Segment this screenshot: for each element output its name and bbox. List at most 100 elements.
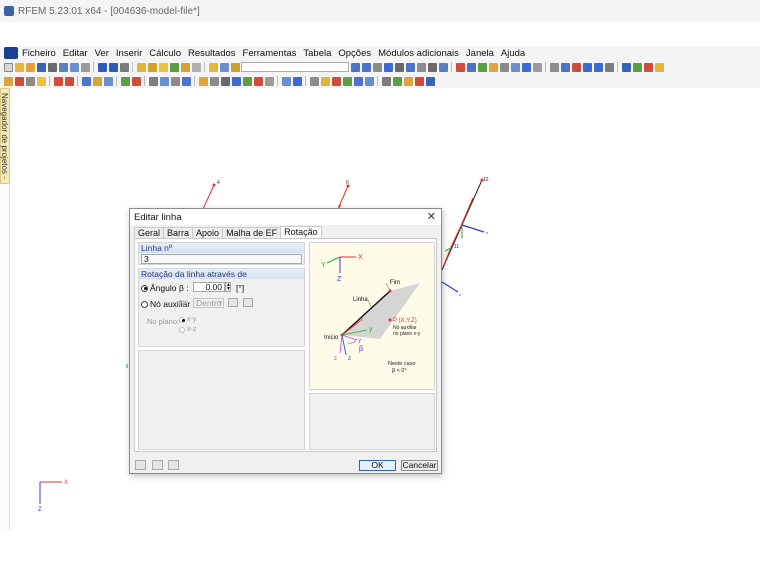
opening-icon[interactable] [510,62,520,72]
member-line[interactable] [202,184,215,210]
report-icon[interactable] [621,62,631,72]
info-icon[interactable] [593,62,603,72]
angle-radio[interactable]: Ângulo [141,283,176,293]
deform-icon[interactable] [383,62,393,72]
select-icon[interactable] [582,62,592,72]
rotate-icon[interactable] [560,62,570,72]
snap-icon[interactable] [342,76,352,86]
workplane-icon[interactable] [364,76,374,86]
connect-icon[interactable] [231,76,241,86]
menu-janela[interactable]: Janela [466,48,494,59]
edit-node-icon[interactable] [243,298,253,307]
menu-tabela[interactable]: Tabela [303,48,331,59]
arrow-right-icon[interactable] [361,62,371,72]
dimension-icon[interactable] [309,76,319,86]
menu-editar[interactable]: Editar [63,48,88,59]
table-view-icon[interactable] [403,76,413,86]
section-view-icon[interactable] [181,76,191,86]
print-graphic-icon[interactable] [58,62,68,72]
tab-barra[interactable]: Barra [163,227,194,238]
display-filter-icon[interactable] [281,76,291,86]
guide-line-icon[interactable] [331,76,341,86]
results-icon[interactable] [158,62,168,72]
menu-ferramentas[interactable]: Ferramentas [243,48,297,59]
undo-icon[interactable] [97,62,107,72]
calculator-icon[interactable] [168,460,179,470]
load-icon[interactable] [53,76,63,86]
hinge-icon[interactable] [532,62,542,72]
grid-icon[interactable] [219,62,229,72]
wand-icon[interactable] [25,76,35,86]
open-model-icon[interactable] [25,62,35,72]
measure-icon[interactable] [549,62,559,72]
print-icon[interactable] [47,62,57,72]
move-icon[interactable] [198,76,208,86]
smooth-icon[interactable] [438,62,448,72]
axis-icon[interactable] [81,76,91,86]
tab-apoio[interactable]: Apoio [192,227,224,238]
tab-malha-de-ef[interactable]: Malha de EF [222,227,282,238]
coordinate-icon[interactable] [353,76,363,86]
table-icon[interactable] [69,62,79,72]
menu-ajuda[interactable]: Ajuda [501,48,525,59]
globe-icon[interactable] [292,76,302,86]
member-icon[interactable] [499,62,509,72]
solid-icon[interactable] [488,62,498,72]
project-navigator-tab[interactable]: Navegador de projetos - Mostrar [0,88,10,184]
display-icon[interactable] [372,62,382,72]
section-icon[interactable] [427,62,437,72]
angle-input[interactable]: 0.00 [193,282,225,292]
user-icon[interactable] [92,76,102,86]
wireframe-icon[interactable] [170,76,180,86]
ok-button[interactable]: OK [359,460,396,471]
plane-xy-radio[interactable]: x-y [179,316,196,323]
menu-resultados[interactable]: Resultados [188,48,236,59]
redo-icon[interactable] [108,62,118,72]
tab-geral[interactable]: Geral [134,227,165,238]
cancel-button[interactable]: Cancelar [401,460,438,471]
delete-icon[interactable] [571,62,581,72]
osnap-icon[interactable] [392,76,402,86]
aux-node-select[interactable]: Dentro ▾ [193,298,224,308]
mesh-icon[interactable] [120,76,130,86]
save-icon[interactable] [36,62,46,72]
new-file-icon[interactable] [3,62,13,72]
menu-calculo[interactable]: Cálculo [149,48,181,59]
arrow-icon[interactable] [64,76,74,86]
scale-icon[interactable] [264,76,274,86]
menu-opcoes[interactable]: Opções [338,48,371,59]
color-icon[interactable] [414,76,424,86]
open-folder-icon[interactable] [14,62,24,72]
angle-radio-dot[interactable] [141,284,148,292]
folder-icon[interactable] [180,62,190,72]
check-icon[interactable] [169,62,179,72]
node-4[interactable] [212,183,216,187]
arrow-left-icon[interactable] [350,62,360,72]
graph-icon[interactable] [643,62,653,72]
rfem-icon[interactable] [230,62,240,72]
tab-rotacao[interactable]: Rotação [280,226,322,238]
menu-ver[interactable]: Ver [95,48,109,59]
settings-icon[interactable] [604,62,614,72]
angle-spinner[interactable]: ▲ ▼ [225,282,231,292]
render-icon[interactable] [159,76,169,86]
edit-icon[interactable] [136,62,146,72]
select-node-icon[interactable] [3,76,13,86]
values-icon[interactable] [394,62,404,72]
view-icon[interactable] [208,62,218,72]
plane-xy-radio-dot[interactable] [179,316,185,323]
pencil-icon[interactable] [14,76,24,86]
menu-modulos-adicionais[interactable]: Módulos adicionais [378,48,459,59]
export-icon[interactable] [632,62,642,72]
project-navigator-collapsed[interactable]: Navegador de projetos - Mostrar [0,88,10,530]
line-number-field[interactable]: 3 [141,254,302,264]
support-icon[interactable] [521,62,531,72]
menu-ficheiro[interactable]: Ficheiro [22,48,56,59]
edit-icon[interactable] [152,460,163,470]
line-icon[interactable] [466,62,476,72]
member-line[interactable] [451,225,462,246]
rfem-logo-icon[interactable] [4,47,18,59]
extrude-icon[interactable] [242,76,252,86]
divide-icon[interactable] [220,76,230,86]
property-icon[interactable] [425,76,435,86]
